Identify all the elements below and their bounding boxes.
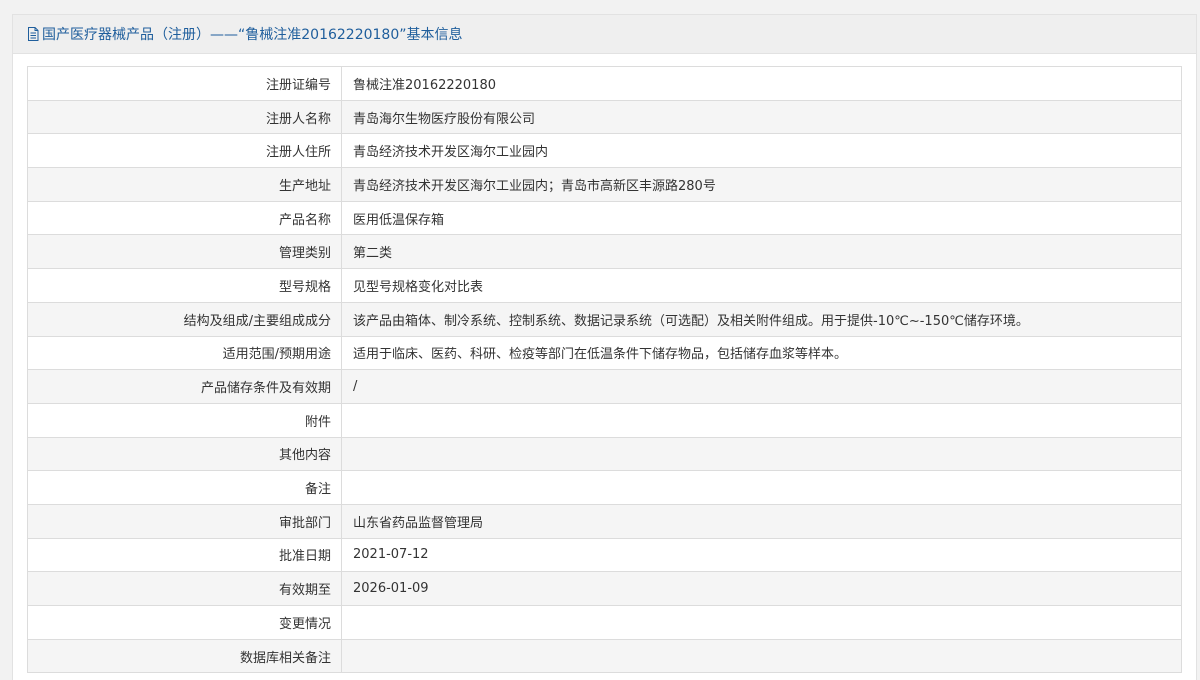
field-label: 备注 bbox=[27, 470, 342, 505]
field-label: 其他内容 bbox=[27, 436, 342, 472]
table-row: 结构及组成/主要组成成分 该产品由箱体、制冷系统、控制系统、数据记录系统（可选配）… bbox=[27, 301, 1182, 337]
field-label: 产品名称 bbox=[27, 200, 342, 236]
field-label: 有效期至 bbox=[27, 571, 342, 606]
field-value bbox=[341, 470, 1182, 505]
field-value: 青岛海尔生物医疗股份有限公司 bbox=[341, 99, 1182, 135]
page-title: 国产医疗器械产品（注册）——“鲁械注准20162220180”基本信息 bbox=[42, 27, 463, 43]
info-table: 注册证编号 鲁械注准20162220180 注册人名称 青岛海尔生物医疗股份有限公司注… bbox=[27, 66, 1182, 674]
field-label: 适用范围/预期用途 bbox=[27, 335, 342, 371]
field-label: 注册人名称 bbox=[27, 99, 342, 135]
info-panel: 国产医疗器械产品（注册）——“鲁械注准20162220180”基本信息 注册证编… bbox=[12, 14, 1197, 680]
field-value: 适用于临床、医药、科研、检疫等部门在低温条件下储存物品，包括储存血浆等样本。 bbox=[341, 335, 1182, 371]
panel-header: 国产医疗器械产品（注册）——“鲁械注准20162220180”基本信息 bbox=[13, 15, 1196, 54]
table-row: 数据库相关备注 bbox=[27, 638, 1182, 674]
table-row: 生产地址 青岛经济技术开发区海尔工业园内；青岛市高新区丰源路280号 bbox=[27, 167, 1182, 202]
field-value: 鲁械注准20162220180 bbox=[341, 66, 1182, 101]
field-label: 结构及组成/主要组成成分 bbox=[27, 301, 342, 337]
field-label: 注册证编号 bbox=[27, 66, 342, 101]
field-value bbox=[341, 605, 1182, 640]
field-value: 医用低温保存箱 bbox=[341, 200, 1182, 236]
table-row: 有效期至 2026-01-09 bbox=[27, 571, 1182, 606]
field-label: 型号规格 bbox=[27, 268, 342, 303]
field-label: 产品储存条件及有效期 bbox=[27, 369, 342, 404]
field-value: 第二类 bbox=[341, 234, 1182, 270]
table-row: 变更情况 bbox=[27, 605, 1182, 640]
field-label: 管理类别 bbox=[27, 234, 342, 270]
field-value bbox=[341, 402, 1182, 438]
field-value: 山东省药品监督管理局 bbox=[341, 503, 1182, 539]
document-icon bbox=[27, 27, 39, 41]
field-label: 变更情况 bbox=[27, 605, 342, 640]
field-label: 生产地址 bbox=[27, 167, 342, 202]
field-value: 青岛经济技术开发区海尔工业园内；青岛市高新区丰源路280号 bbox=[341, 167, 1182, 202]
table-row: 型号规格 见型号规格变化对比表 bbox=[27, 268, 1182, 303]
field-label: 数据库相关备注 bbox=[27, 638, 342, 674]
table-row: 注册人名称 青岛海尔生物医疗股份有限公司 bbox=[27, 99, 1182, 135]
field-value: 2021-07-12 bbox=[341, 537, 1182, 573]
table-row: 管理类别 第二类 bbox=[27, 234, 1182, 270]
table-row: 备注 bbox=[27, 470, 1182, 505]
table-row: 其他内容 bbox=[27, 436, 1182, 472]
table-row: 审批部门 山东省药品监督管理局 bbox=[27, 503, 1182, 539]
table-row: 附件 bbox=[27, 402, 1182, 438]
field-value: 2026-01-09 bbox=[341, 571, 1182, 606]
table-row: 产品名称 医用低温保存箱 bbox=[27, 200, 1182, 236]
field-value bbox=[341, 436, 1182, 472]
table-row: 产品储存条件及有效期 / bbox=[27, 369, 1182, 404]
field-label: 批准日期 bbox=[27, 537, 342, 573]
table-row: 批准日期 2021-07-12 bbox=[27, 537, 1182, 573]
field-value: 该产品由箱体、制冷系统、控制系统、数据记录系统（可选配）及相关附件组成。用于提供… bbox=[341, 301, 1182, 337]
field-value: 见型号规格变化对比表 bbox=[341, 268, 1182, 303]
field-label: 审批部门 bbox=[27, 503, 342, 539]
field-value: / bbox=[341, 369, 1182, 404]
table-row: 适用范围/预期用途 适用于临床、医药、科研、检疫等部门在低温条件下储存物品，包括储… bbox=[27, 335, 1182, 371]
table-row: 注册证编号 鲁械注准20162220180 bbox=[27, 66, 1182, 101]
field-value: 青岛经济技术开发区海尔工业园内 bbox=[341, 133, 1182, 169]
field-value bbox=[341, 638, 1182, 674]
field-label: 注册人住所 bbox=[27, 133, 342, 169]
field-label: 附件 bbox=[27, 402, 342, 438]
table-row: 注册人住所 青岛经济技术开发区海尔工业园内 bbox=[27, 133, 1182, 169]
